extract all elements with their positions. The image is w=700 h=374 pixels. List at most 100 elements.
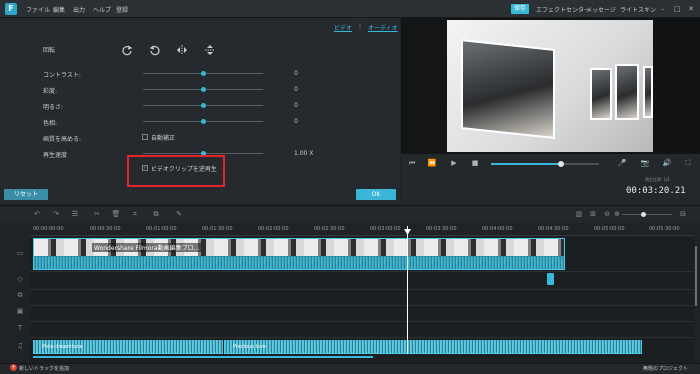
light-skin-link[interactable]: ライトスキン	[620, 5, 656, 14]
audio-waveform	[225, 340, 641, 353]
video-audio-waveform	[34, 257, 564, 269]
cut-icon[interactable]: ✂	[92, 209, 102, 219]
menu-register[interactable]: 登録	[116, 5, 128, 14]
split-screen-icon[interactable]: ⊞	[588, 209, 598, 219]
play-icon[interactable]: ▶	[449, 158, 459, 168]
preview-photo	[615, 64, 639, 120]
rotate-cw-icon[interactable]	[121, 44, 133, 56]
ruler-tick: 00:00:00:00	[33, 226, 64, 232]
ruler-tick: 00:03:30:00	[426, 226, 457, 232]
text-track-icon: T	[17, 324, 23, 332]
ruler-tick: 00:05:30:00	[649, 226, 680, 232]
video-track-icon: ▭	[16, 249, 24, 257]
horizontal-scrollbar[interactable]	[33, 356, 373, 358]
timecode: 00:03:20.21	[626, 186, 686, 196]
effect-center-link[interactable]: エフェクトセンター	[536, 5, 590, 14]
playhead[interactable]	[407, 226, 408, 354]
reverse-label[interactable]: ビデオクリップを逆再生	[151, 164, 217, 173]
preview-photo-main	[461, 39, 555, 139]
flip-horizontal-icon[interactable]	[176, 44, 188, 56]
zoom-in-icon[interactable]: ⊕	[612, 209, 622, 219]
rotate-ccw-icon[interactable]	[149, 44, 161, 56]
ruler-tick: 00:02:30:00	[314, 226, 345, 232]
crop-icon[interactable]: ⌗	[130, 209, 140, 219]
saturation-slider-knob[interactable]	[200, 87, 206, 92]
saturation-label: 彩度:	[43, 88, 58, 95]
snapshot-icon[interactable]: 📷	[640, 158, 650, 168]
minimize-icon[interactable]: –	[658, 4, 668, 14]
auto-enhance-checkbox[interactable]	[142, 134, 148, 140]
save-button[interactable]: 保存	[511, 4, 529, 14]
ruler-tick: 00:04:00:00	[482, 226, 513, 232]
flip-vertical-icon[interactable]	[204, 44, 216, 56]
brightness-label: 明るさ:	[43, 104, 64, 111]
add-track-link[interactable]: 新しいトラックを追加	[19, 365, 69, 372]
close-icon[interactable]: ✕	[686, 4, 696, 14]
ruler-tick: 00:00:30:00	[90, 226, 121, 232]
add-track-icon[interactable]: +	[10, 364, 17, 371]
menu-edit[interactable]: 編集	[53, 5, 65, 14]
filter-track-icon: ▣	[16, 307, 24, 315]
brightness-slider-knob[interactable]	[200, 103, 206, 108]
ruler-tick: 00:01:30:00	[202, 226, 233, 232]
menu-help[interactable]: ヘルプ	[93, 5, 111, 14]
pip-icon[interactable]: ⧉	[151, 209, 161, 219]
microphone-icon[interactable]: 🎤	[617, 158, 627, 168]
speed-value: 1.00 X	[294, 150, 314, 157]
preview-progress-fill	[491, 163, 562, 165]
track-divider	[30, 321, 694, 322]
hue-label: 色相:	[43, 120, 58, 127]
stop-icon[interactable]: ■	[470, 158, 480, 168]
music-track-icon: ♫	[16, 342, 24, 350]
track-divider	[30, 271, 694, 272]
maximize-icon[interactable]: □	[672, 4, 682, 14]
fit-timeline-icon[interactable]: ⊟	[678, 209, 688, 219]
menu-export[interactable]: 出力	[73, 5, 85, 14]
properties-icon[interactable]: ☰	[70, 209, 80, 219]
volume-icon[interactable]: 🔊	[662, 158, 672, 168]
saturation-value: 0	[294, 86, 298, 93]
reverse-checkbox[interactable]: ✓	[142, 165, 148, 171]
ok-button[interactable]: OK	[356, 189, 396, 200]
enhance-label: 画質を高める:	[43, 136, 82, 143]
skip-back-icon[interactable]: ⏮	[407, 158, 417, 168]
vertical-scrollbar[interactable]	[695, 246, 697, 306]
contrast-slider-knob[interactable]	[200, 71, 206, 76]
tab-audio[interactable]: オーディオ	[368, 23, 398, 32]
zoom-slider-knob[interactable]	[641, 212, 646, 217]
zoom-out-icon[interactable]: ⊖	[602, 209, 612, 219]
ruler-tick: 00:02:00:00	[258, 226, 289, 232]
ruler-tick: 00:03:00:00	[370, 226, 401, 232]
hue-slider-knob[interactable]	[200, 119, 206, 124]
hue-value: 0	[294, 118, 298, 125]
preview-letterbox	[401, 18, 447, 154]
reset-button[interactable]: リセット	[4, 189, 48, 200]
undo-icon[interactable]: ↶	[32, 209, 42, 219]
track-divider	[30, 289, 694, 290]
fullscreen-icon[interactable]: ⛶	[683, 158, 693, 168]
redo-icon[interactable]: ↷	[51, 209, 61, 219]
app-logo: F	[5, 3, 17, 15]
audio-clip-name: Pixie dreamtune	[42, 344, 83, 350]
messages-link[interactable]: メッセージ	[586, 5, 616, 14]
rotation-label: 回転	[43, 47, 56, 54]
ruler-tick: 00:05:00:00	[594, 226, 625, 232]
auto-enhance-label[interactable]: 自動補正	[151, 133, 175, 142]
frame-back-icon[interactable]: ⏪	[427, 158, 437, 168]
overlay-track-icon: ⧉	[17, 291, 23, 299]
zoom-slider[interactable]	[622, 214, 672, 215]
menu-file[interactable]: ファイル	[26, 5, 50, 14]
contrast-label: コントラスト:	[43, 72, 81, 79]
project-name: 無題のプロジェクト	[643, 366, 689, 372]
track-divider	[30, 337, 694, 338]
audio-clip-name: Precious love	[233, 344, 266, 350]
delete-icon[interactable]: 🗑	[111, 209, 121, 219]
ruler-tick: 00:01:00:00	[146, 226, 177, 232]
tab-video[interactable]: ビデオ	[334, 23, 352, 32]
tab-separator: |	[359, 23, 362, 30]
preview-photo	[590, 68, 612, 120]
preview-photo	[643, 66, 653, 118]
eyedropper-icon[interactable]: ✎	[174, 209, 184, 219]
audio-mixer-icon[interactable]: ▥	[574, 209, 584, 219]
clip-marker[interactable]	[547, 273, 554, 285]
